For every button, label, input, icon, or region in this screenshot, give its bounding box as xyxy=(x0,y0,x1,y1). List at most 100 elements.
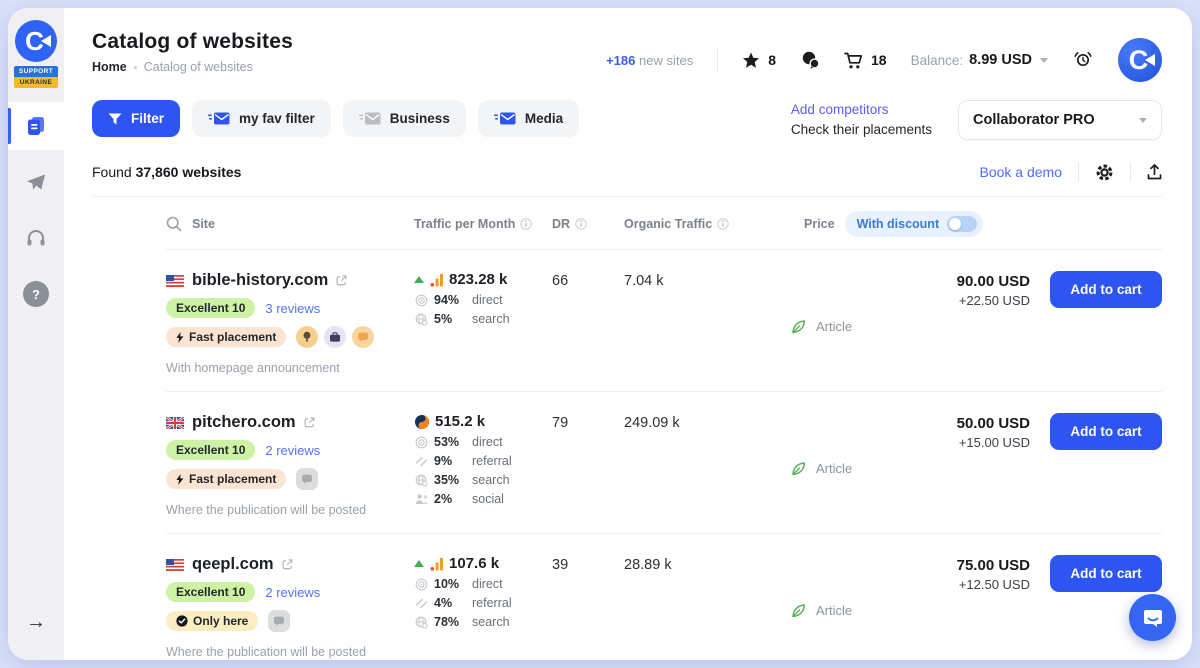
col-site[interactable]: Site xyxy=(192,217,215,231)
export-button[interactable] xyxy=(1147,164,1162,180)
col-dr[interactable]: DR xyxy=(552,217,570,231)
feather-icon xyxy=(790,460,807,477)
dr-value: 66 xyxy=(552,271,624,375)
fast-placement-badge: Fast placement xyxy=(166,327,286,347)
rating-badge: Excellent 10 xyxy=(166,298,255,318)
direct-icon xyxy=(414,578,429,591)
organic-value: 28.89 k xyxy=(624,555,790,659)
sidebar-nav: ? xyxy=(8,102,64,318)
media-filter-button[interactable]: Media xyxy=(478,100,579,137)
site-domain[interactable]: qeepl.com xyxy=(192,555,274,574)
site-domain[interactable]: pitchero.com xyxy=(192,413,296,432)
organic-value: 7.04 k xyxy=(624,271,790,375)
chat-bubbles-icon xyxy=(800,51,820,69)
toggle-switch[interactable] xyxy=(947,216,977,232)
trend-up-icon xyxy=(414,560,424,567)
breadcrumb-home[interactable]: Home xyxy=(92,60,127,74)
external-link-icon[interactable] xyxy=(336,275,347,286)
star-icon xyxy=(742,52,760,69)
new-sites: +186 new sites xyxy=(606,53,693,68)
dr-value: 79 xyxy=(552,413,624,517)
support-chat-widget[interactable] xyxy=(1129,594,1176,641)
col-price[interactable]: Price xyxy=(804,217,835,231)
fav-filter-button[interactable]: my fav filter xyxy=(192,100,331,137)
reviews-link[interactable]: 3 reviews xyxy=(265,301,320,316)
social-icon xyxy=(414,493,429,505)
add-to-cart-button[interactable]: Add to cart xyxy=(1050,413,1162,450)
sidebar-item-help[interactable]: ? xyxy=(8,270,64,318)
site-note: Where the publication will be posted xyxy=(166,645,414,659)
cart-button[interactable]: 18 xyxy=(844,52,887,69)
referral-icon xyxy=(414,597,429,610)
col-organic[interactable]: Organic Traffic xyxy=(624,217,712,231)
placement-type: Article xyxy=(816,603,852,618)
add-to-cart-button[interactable]: Add to cart xyxy=(1050,271,1162,308)
balance-dropdown[interactable]: Balance: 8.99 USD xyxy=(911,52,1048,68)
book-demo-link[interactable]: Book a demo xyxy=(980,164,1063,180)
upload-icon xyxy=(1147,164,1162,180)
support-ukraine-badge: SUPPORT UKRAINE xyxy=(14,66,58,88)
settings-button[interactable] xyxy=(1095,163,1114,182)
favorites-button[interactable]: 8 xyxy=(742,52,776,69)
cart-icon xyxy=(844,52,863,69)
check-circle-icon xyxy=(176,615,188,627)
app-window: C SUPPORT UKRAINE xyxy=(8,8,1192,660)
notifications-button[interactable] xyxy=(1072,50,1094,70)
page-title: Catalog of websites xyxy=(92,30,293,54)
traffic-bars-icon xyxy=(430,273,444,287)
add-competitors-link[interactable]: Add competitors xyxy=(791,100,932,120)
chats-button[interactable] xyxy=(800,51,820,69)
sidebar-item-catalog[interactable] xyxy=(8,102,64,150)
info-icon[interactable] xyxy=(575,218,587,230)
headphones-icon xyxy=(26,229,46,247)
plan-select[interactable]: Collaborator PRO xyxy=(958,100,1162,140)
sidebar-collapse-button[interactable]: → xyxy=(8,611,64,634)
flag-gb-icon xyxy=(166,417,184,429)
tree-icon xyxy=(296,326,318,348)
rating-badge: Excellent 10 xyxy=(166,440,255,460)
add-to-cart-button[interactable]: Add to cart xyxy=(1050,555,1162,592)
found-count: Found 37,860 websites xyxy=(92,164,241,180)
similarweb-icon xyxy=(414,414,430,430)
sidebar-logo[interactable]: C SUPPORT UKRAINE xyxy=(14,20,58,88)
price-value: 90.00 USD xyxy=(910,273,1030,290)
with-discount-toggle[interactable]: With discount xyxy=(845,211,984,237)
chevron-down-icon xyxy=(1139,118,1147,123)
referral-icon xyxy=(414,455,429,468)
sidebar-item-telegram[interactable] xyxy=(8,158,64,206)
header-actions: +186 new sites 8 xyxy=(606,30,1162,82)
envelope-fast-icon xyxy=(494,112,516,125)
table-header: Site Traffic per Month DR Organic Traffi… xyxy=(166,197,1162,250)
sidebar-item-support[interactable] xyxy=(8,214,64,262)
site-domain[interactable]: bible-history.com xyxy=(192,271,328,290)
account-avatar[interactable]: C xyxy=(1118,38,1162,82)
lightning-icon xyxy=(176,332,184,343)
collaborator-logo-icon: C xyxy=(15,20,57,62)
breadcrumb: Home Catalog of websites xyxy=(92,60,293,74)
help-icon: ? xyxy=(23,281,49,307)
search-icon[interactable] xyxy=(166,216,182,232)
only-here-badge: Only here xyxy=(166,611,258,631)
filter-button[interactable]: Filter xyxy=(92,100,180,137)
col-traffic[interactable]: Traffic per Month xyxy=(414,217,515,231)
websites-table: Site Traffic per Month DR Organic Traffi… xyxy=(166,197,1162,660)
reviews-link[interactable]: 2 reviews xyxy=(265,443,320,458)
external-link-icon[interactable] xyxy=(304,417,315,428)
comment-icon xyxy=(268,610,290,632)
briefcase-icon xyxy=(324,326,346,348)
table-row: bible-history.com Excellent 10 3 reviews… xyxy=(166,250,1162,392)
business-filter-button[interactable]: Business xyxy=(343,100,466,137)
filter-bar: Filter my fav filter Business xyxy=(92,100,1162,140)
price-extra: +22.50 USD xyxy=(910,293,1030,308)
rating-badge: Excellent 10 xyxy=(166,582,255,602)
info-icon[interactable] xyxy=(520,218,532,230)
feather-icon xyxy=(790,602,807,619)
catalog-icon xyxy=(25,116,47,136)
external-link-icon[interactable] xyxy=(282,559,293,570)
fast-placement-badge: Fast placement xyxy=(166,469,286,489)
flag-us-icon xyxy=(166,275,184,287)
direct-icon xyxy=(414,294,429,307)
traffic-value: 515.2 k xyxy=(435,413,485,430)
reviews-link[interactable]: 2 reviews xyxy=(265,585,320,600)
info-icon[interactable] xyxy=(717,218,729,230)
